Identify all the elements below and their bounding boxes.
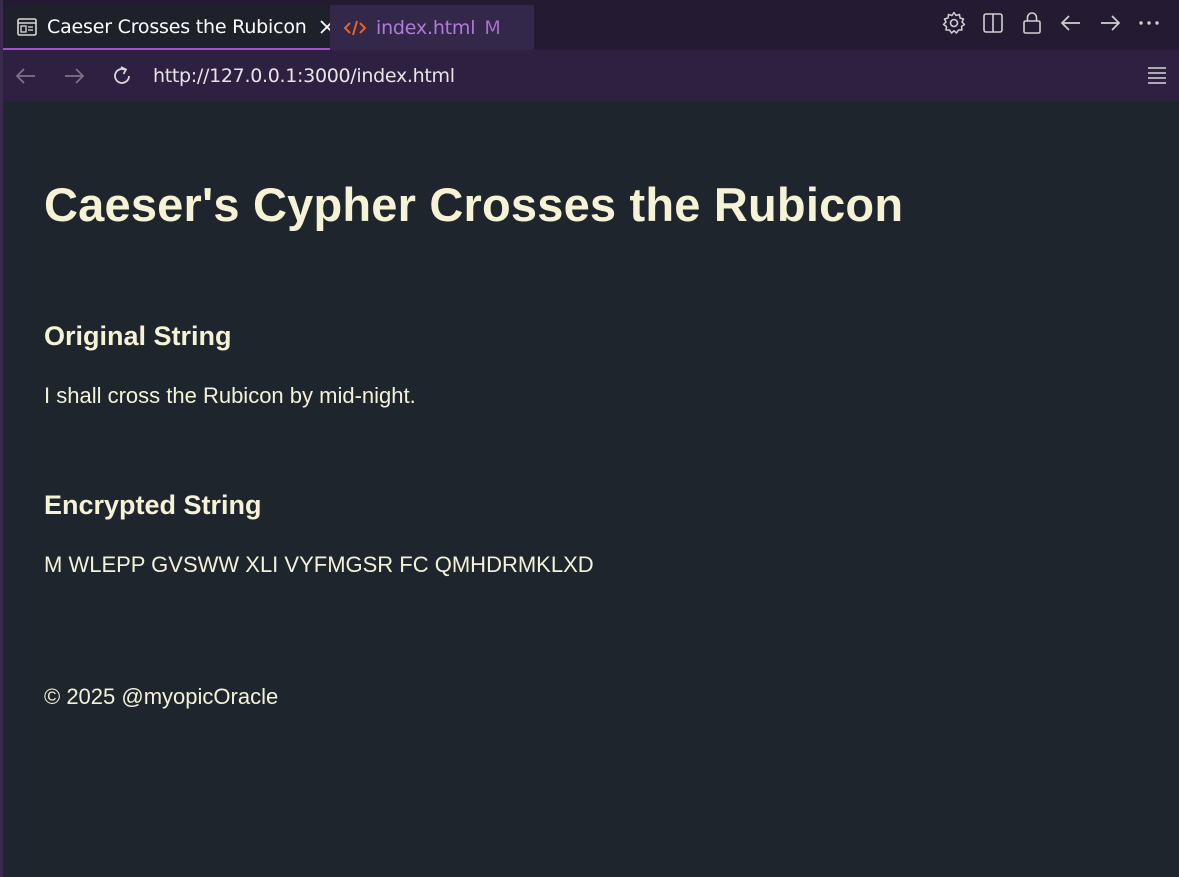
tab-index-label: index.html	[376, 16, 476, 39]
original-heading: Original String	[44, 321, 232, 351]
encrypted-heading: Encrypted String	[44, 490, 262, 520]
forward-icon[interactable]	[61, 63, 87, 89]
tab-preview-label: Caeser Crosses the Rubicon	[47, 15, 307, 38]
tab-preview[interactable]: Caeser Crosses the Rubicon	[3, 5, 334, 50]
footer-copyright: © 2025 @myopicOracle	[44, 684, 279, 709]
split-editor-icon[interactable]	[980, 10, 1005, 35]
tab-index-html[interactable]: index.html M	[330, 5, 534, 50]
preview-icon	[17, 16, 37, 38]
gear-icon[interactable]	[941, 10, 966, 35]
page-content: Caeser's Cypher Crosses the Rubicon Orig…	[3, 101, 1179, 877]
original-text: I shall cross the Rubicon by mid-night.	[44, 383, 416, 408]
code-icon	[344, 17, 366, 39]
editor-window: Caeser Crosses the Rubicon index.html M	[0, 0, 1179, 877]
url-field[interactable]: http://127.0.0.1:3000/index.html	[153, 65, 455, 87]
arrow-left-icon[interactable]	[1058, 10, 1083, 35]
editor-actions	[941, 10, 1161, 35]
reload-icon[interactable]	[109, 63, 135, 89]
address-bar: http://127.0.0.1:3000/index.html	[3, 50, 1179, 101]
tab-bar: Caeser Crosses the Rubicon index.html M	[3, 0, 1179, 50]
menu-icon[interactable]	[1145, 63, 1169, 87]
arrow-right-icon[interactable]	[1097, 10, 1122, 35]
page-title: Caeser's Cypher Crosses the Rubicon	[44, 178, 904, 231]
back-icon[interactable]	[13, 63, 39, 89]
encrypted-text: M WLEPP GVSWW XLI VYFMGSR FC QMHDRMKLXD	[44, 552, 594, 577]
modified-badge: M	[484, 16, 501, 39]
lock-icon[interactable]	[1019, 10, 1044, 35]
more-icon[interactable]	[1136, 10, 1161, 35]
